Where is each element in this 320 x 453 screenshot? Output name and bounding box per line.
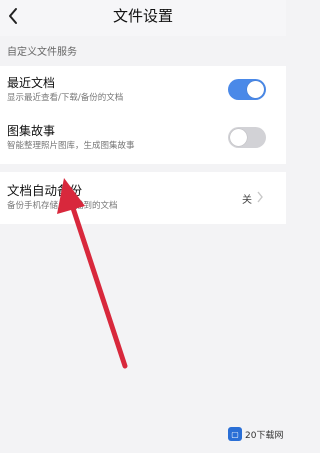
setting-title: 图集故事 — [7, 124, 56, 138]
setting-auto-backup[interactable]: 文档自动备份 备份手机存储上扫描到的文档 关 — [0, 174, 286, 222]
logo-icon: ▢ — [228, 427, 242, 441]
auto-backup-value: 关 — [242, 195, 252, 206]
setting-subtitle: 显示最近查看/下载/备份的文档 — [7, 93, 124, 103]
recent-docs-toggle[interactable] — [228, 79, 266, 100]
top-bar: 文件设置 — [0, 0, 286, 36]
section-label: 自定义文件服务 — [7, 47, 77, 58]
setting-title: 最近文档 — [7, 76, 56, 90]
setting-recent-docs[interactable]: 最近文档 显示最近查看/下载/备份的文档 — [0, 66, 286, 114]
settings-card: 最近文档 显示最近查看/下载/备份的文档 图集故事 智能整理照片图库，生成图集故… — [0, 66, 286, 164]
gallery-story-toggle[interactable] — [228, 127, 266, 148]
setting-title: 文档自动备份 — [7, 183, 83, 198]
toggle-knob — [247, 81, 264, 98]
setting-subtitle: 智能整理照片图库，生成图集故事 — [7, 141, 135, 151]
setting-gallery-story[interactable]: 图集故事 智能整理照片图库，生成图集故事 — [0, 114, 286, 162]
chevron-right-icon — [257, 191, 263, 203]
page-title: 文件设置 — [112, 7, 173, 25]
setting-subtitle: 备份手机存储上扫描到的文档 — [7, 201, 118, 211]
watermark-logo: ▢ 20下载网 — [228, 424, 284, 444]
watermark-text: 20下载网 — [245, 430, 284, 441]
settings-card: 文档自动备份 备份手机存储上扫描到的文档 关 — [0, 172, 286, 224]
toggle-knob — [230, 129, 247, 146]
